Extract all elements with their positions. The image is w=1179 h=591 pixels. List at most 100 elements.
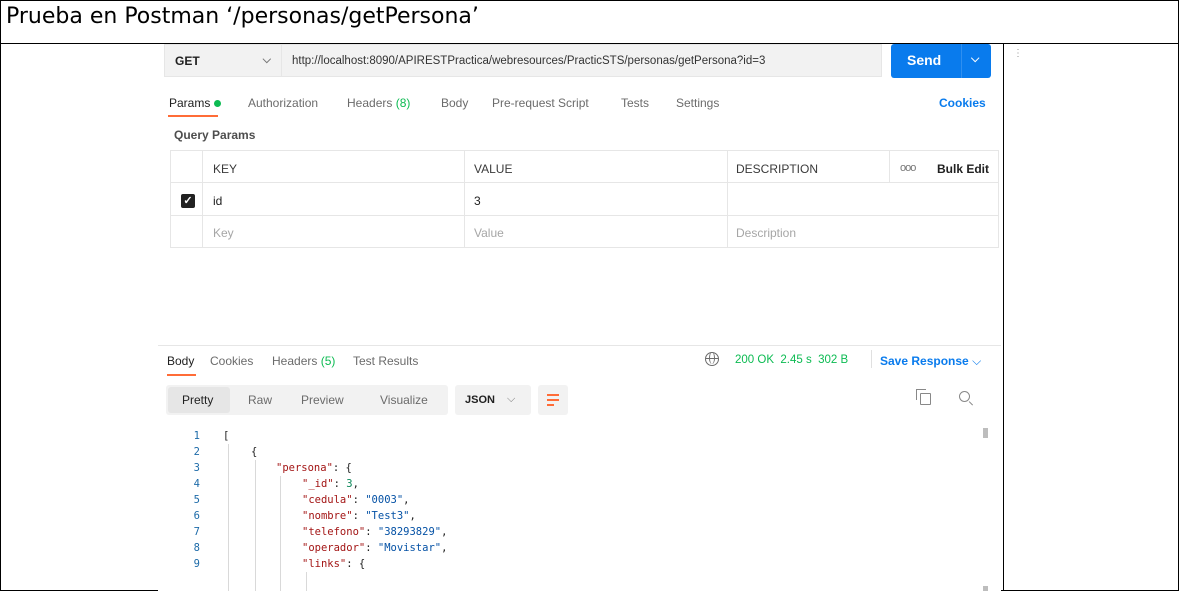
more-icon[interactable]: ooo xyxy=(900,162,916,174)
indent-guide xyxy=(280,476,281,591)
response-divider xyxy=(158,345,1001,346)
line-number: 2 xyxy=(193,446,200,458)
column-header-description: DESCRIPTION xyxy=(736,162,819,176)
json-key: "persona" xyxy=(276,462,333,474)
json-value: "38293829" xyxy=(377,526,442,538)
json-key: "operador" xyxy=(302,542,366,554)
response-tab-headers-label: Headers xyxy=(272,354,318,368)
code-line: "operador": "Movistar", xyxy=(302,542,448,554)
code-line: "persona": { xyxy=(276,462,352,474)
line-number: 1 xyxy=(193,430,200,442)
checkbox-checked-icon[interactable]: ✓ xyxy=(181,194,195,208)
response-tab-headers[interactable]: Headers (5) xyxy=(272,354,335,368)
json-key: "links" xyxy=(302,558,347,570)
chevron-down-icon[interactable]: ⌵ xyxy=(971,53,979,66)
response-tab-test-results[interactable]: Test Results xyxy=(353,354,418,368)
method-select[interactable]: GET ⌵ xyxy=(164,44,282,77)
indent-guide xyxy=(228,444,229,591)
scrollbar-end[interactable] xyxy=(983,586,988,591)
table-border xyxy=(170,247,999,248)
json-value: "0003" xyxy=(365,494,404,506)
json-value: "Test3" xyxy=(365,510,410,522)
vertical-dots: ⋮ xyxy=(1013,48,1023,59)
format-label: JSON xyxy=(465,394,495,406)
code-line: "cedula": "0003", xyxy=(302,494,410,506)
cookies-link[interactable]: Cookies xyxy=(939,96,986,110)
chevron-down-icon: ⌵ xyxy=(507,393,516,405)
table-border xyxy=(170,150,999,151)
send-button[interactable]: Send ⌵ xyxy=(891,44,991,78)
send-divider xyxy=(961,44,962,78)
response-tab-body[interactable]: Body xyxy=(167,354,194,368)
params-indicator-dot xyxy=(214,100,222,108)
json-value: 3 xyxy=(346,478,353,490)
code-line: "telefono": "38293829", xyxy=(302,526,448,538)
json-value: "Movistar" xyxy=(377,542,442,554)
format-select[interactable]: JSON ⌵ xyxy=(455,385,531,415)
search-icon[interactable] xyxy=(959,391,970,402)
response-headers-count: (5) xyxy=(320,354,336,368)
method-label: GET xyxy=(175,53,200,68)
send-label: Send xyxy=(907,52,942,68)
active-tab-underline xyxy=(168,115,218,117)
param-key-cell[interactable]: id xyxy=(213,194,222,208)
line-number: 6 xyxy=(193,510,200,522)
code-line: "nombre": "Test3", xyxy=(302,510,416,522)
tab-pre-request-script[interactable]: Pre-request Script xyxy=(492,96,589,110)
tab-tests[interactable]: Tests xyxy=(621,96,649,110)
view-raw-button[interactable]: Raw xyxy=(248,393,272,407)
value-placeholder[interactable]: Value xyxy=(474,226,504,240)
json-punct: : { xyxy=(332,462,352,474)
tab-params[interactable]: Params xyxy=(169,96,222,110)
code-line: "links": { xyxy=(302,558,365,570)
json-key: "nombre" xyxy=(302,510,353,522)
scrollbar-thumb[interactable] xyxy=(983,428,988,438)
view-visualize-button[interactable]: Visualize xyxy=(380,393,428,407)
wrap-lines-icon[interactable] xyxy=(538,385,568,415)
status-code: 200 OK xyxy=(735,354,774,366)
view-preview-button[interactable]: Preview xyxy=(301,393,344,407)
save-response-button[interactable]: Save Response ⌵ xyxy=(880,354,981,369)
line-number: 4 xyxy=(193,478,200,490)
table-border xyxy=(889,150,890,182)
column-header-value: VALUE xyxy=(474,162,513,176)
line-number: 8 xyxy=(193,542,200,554)
globe-icon[interactable] xyxy=(705,352,719,366)
tab-headers[interactable]: Headers (8) xyxy=(347,96,410,110)
tab-headers-label: Headers xyxy=(347,96,393,110)
tab-body[interactable]: Body xyxy=(441,96,468,110)
code-line: "_id": 3, xyxy=(302,478,359,490)
view-mode-selector: Pretty Raw Preview Visualize xyxy=(166,385,448,415)
table-border xyxy=(464,150,465,247)
line-number: 7 xyxy=(193,526,200,538)
description-placeholder[interactable]: Description xyxy=(736,226,796,240)
indent-guide xyxy=(255,460,256,591)
response-tab-cookies[interactable]: Cookies xyxy=(210,354,253,368)
view-pretty-button[interactable]: Pretty xyxy=(182,393,213,407)
table-border xyxy=(170,215,999,216)
tab-settings[interactable]: Settings xyxy=(676,96,719,110)
param-value-cell[interactable]: 3 xyxy=(474,194,481,208)
response-size: 302 B xyxy=(818,354,849,366)
tab-params-label: Params xyxy=(169,96,211,110)
postman-screenshot: GET ⌵ http://localhost:8090/APIRESTPract… xyxy=(158,44,1001,591)
url-text: http://localhost:8090/APIRESTPractica/we… xyxy=(292,54,766,67)
key-placeholder[interactable]: Key xyxy=(213,226,234,240)
chevron-down-icon: ⌵ xyxy=(262,54,271,66)
tab-headers-count: (8) xyxy=(395,96,411,110)
query-params-title: Query Params xyxy=(174,128,256,142)
bulk-edit-button[interactable]: Bulk Edit xyxy=(937,162,989,176)
line-number: 9 xyxy=(193,558,200,570)
url-input[interactable]: http://localhost:8090/APIRESTPractica/we… xyxy=(282,44,882,77)
table-border xyxy=(202,150,203,247)
response-time: 2.45 s xyxy=(780,354,812,366)
tab-authorization[interactable]: Authorization xyxy=(248,96,318,110)
table-border xyxy=(727,150,728,247)
copy-icon[interactable] xyxy=(916,389,931,405)
response-status: 200 OK 2.45 s 302 B xyxy=(735,354,848,366)
column-header-key: KEY xyxy=(213,162,238,176)
save-response-label: Save Response xyxy=(880,354,969,368)
code-line: { xyxy=(251,446,258,458)
table-border xyxy=(998,150,999,247)
indent-guide xyxy=(306,572,307,591)
